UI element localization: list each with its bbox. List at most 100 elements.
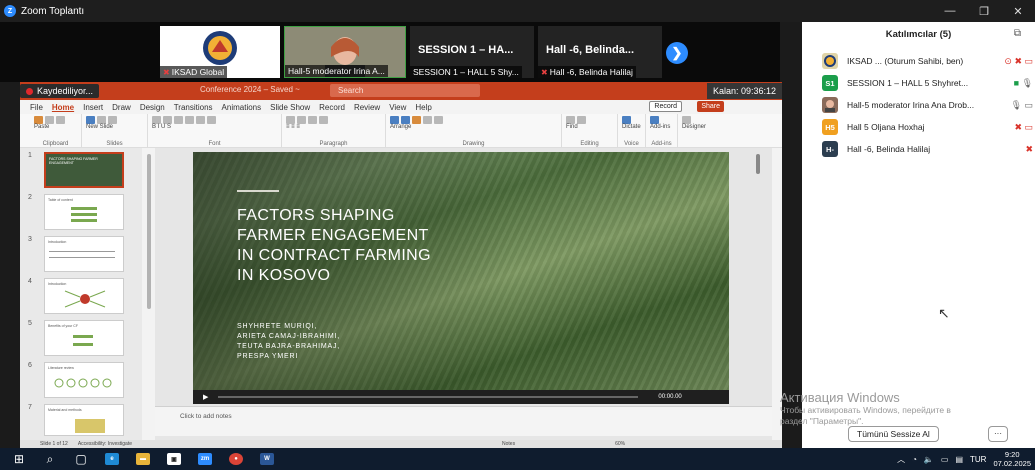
tab-transitions[interactable]: Transitions (174, 103, 213, 112)
tab-draw[interactable]: Draw (112, 103, 131, 112)
tab-slide-show[interactable]: Slide Show (270, 103, 310, 112)
tile-label: ✖ Hall -6, Belinda Halilaj (538, 66, 636, 78)
store-icon[interactable]: ▣ (163, 448, 185, 470)
ribbon-text: B I U S (152, 124, 172, 130)
network-icon[interactable]: ◔ (912, 455, 917, 464)
ribbon-group-drawing[interactable]: Arrange Drawing (386, 114, 562, 148)
notes-toggle[interactable]: Notes (502, 441, 515, 447)
title-line: IN CONTRACT FARMING (237, 247, 431, 264)
avatar (822, 53, 838, 69)
tab-animations[interactable]: Animations (222, 103, 262, 112)
current-slide[interactable]: FACTORS SHAPING FARMER ENGAGEMENT IN CON… (193, 152, 729, 390)
search-box[interactable]: Search (330, 84, 480, 97)
ribbon-group-font[interactable]: B I U S Font (148, 114, 282, 148)
participants-panel: Katılımcılar (5) ⧉ IKSAD ... (Oturum Sah… (802, 22, 1035, 448)
chat-icon[interactable]: ▤ (955, 455, 963, 464)
participant-row[interactable]: H5 Hall 5 Oljana Hoxhaj ✖ ▭ (802, 118, 1035, 136)
zoom-app-icon[interactable]: zm (194, 448, 216, 470)
slide-counter: Slide 1 of 12 (40, 441, 68, 447)
clock-date: 07.02.2025 (993, 459, 1031, 468)
ribbon-text: Designer (682, 124, 707, 130)
word-icon[interactable]: W (256, 448, 278, 470)
minimize-icon[interactable]: — (933, 5, 967, 17)
ribbon-group-paragraph[interactable]: ≡ ≡ ≡ Paragraph (282, 114, 386, 148)
video-tile-iksad[interactable]: ✖ IKSAD Global (160, 26, 280, 78)
tab-home[interactable]: Home (52, 103, 74, 112)
ribbon-group-editing[interactable]: Find Editing (562, 114, 618, 148)
tab-review[interactable]: Review (354, 103, 380, 112)
video-tile-session1[interactable]: SESSION 1 – HA... SESSION 1 – HALL 5 Shy… (410, 26, 534, 78)
windows-start-icon[interactable]: ⊞ (8, 448, 30, 470)
zoom-level[interactable]: 60% (615, 441, 625, 447)
slide-scrollbar[interactable] (756, 154, 760, 174)
notes-pane[interactable]: Click to add notes (155, 406, 772, 436)
thumb-title: Material and methods (48, 408, 82, 412)
tab-file[interactable]: File (30, 103, 43, 112)
avatar: H- (822, 141, 838, 157)
slide-number: 1 (28, 152, 32, 159)
ribbon-group-designer[interactable]: Designer (678, 114, 712, 148)
tab-help[interactable]: Help (415, 103, 431, 112)
window-controls: — ❐ ✕ (933, 0, 1035, 22)
tile-name: Hall-5 moderator Irina A... (288, 66, 385, 76)
slide-number: 6 (28, 362, 32, 369)
glyph: ⊞ (13, 452, 25, 466)
more-options-button[interactable]: ··· (988, 426, 1008, 442)
tab-insert[interactable]: Insert (83, 103, 103, 112)
edge-icon[interactable]: e (101, 448, 123, 470)
battery-icon[interactable]: ▭ (941, 455, 949, 464)
share-button[interactable]: Share (697, 101, 724, 112)
slide-editor: FACTORS SHAPING FARMER ENGAGEMENT IN CON… (155, 148, 772, 440)
play-icon[interactable]: ▶ (203, 393, 208, 401)
language-indicator[interactable]: TUR (970, 455, 986, 464)
participant-row[interactable]: Hall-5 moderator Irina Ana Drob... 🎙 ▭ (802, 96, 1035, 114)
mute-all-button[interactable]: Tümünü Sessize Al (848, 426, 939, 442)
camera-on-icon[interactable]: ■ 🎙 (1014, 78, 1033, 89)
restore-icon[interactable]: ❐ (967, 5, 1001, 18)
ribbon-group-name: Voice (624, 141, 639, 147)
activation-line: Чтобы активировать Windows, перейдите в (780, 405, 951, 415)
tile-name: IKSAD Global (171, 67, 225, 77)
record-button[interactable]: Record (649, 101, 682, 112)
chevron-right-icon: ❯ (671, 45, 683, 60)
accessibility-status[interactable]: Accessibility: Investigate (78, 441, 132, 447)
ribbon-group-name: Paragraph (319, 141, 348, 147)
media-progress-track[interactable] (218, 396, 639, 398)
participants-header: Katılımcılar (5) ⧉ (802, 22, 1035, 46)
video-tile-moderator[interactable]: Hall-5 moderator Irina A... (284, 26, 406, 78)
thumb-title: Table of content (48, 198, 73, 202)
mic-muted-icon[interactable]: ✖ (1025, 144, 1033, 155)
mic-icon[interactable]: 🎙 ▭ (1011, 100, 1033, 111)
ribbon-group-slides[interactable]: New Slide Slides (82, 114, 148, 148)
ribbon-text: Dictate (622, 124, 641, 130)
activation-title: Активация Windows (780, 390, 900, 405)
ribbon-group-voice[interactable]: Dictate Voice (618, 114, 646, 148)
next-page-button[interactable]: ❯ (666, 42, 688, 64)
participant-row[interactable]: H- Hall -6, Belinda Halilaj ✖ (802, 140, 1035, 158)
tab-view[interactable]: View (389, 103, 406, 112)
participant-row[interactable]: IKSAD ... (Oturum Sahibi, ben) ⊙ ✖ ▭ (802, 52, 1035, 70)
popout-icon[interactable]: ⧉ (1014, 28, 1021, 39)
participant-row[interactable]: S1 SESSION 1 – HALL 5 Shyhret... ■ 🎙 (802, 74, 1035, 92)
tab-design[interactable]: Design (140, 103, 165, 112)
tab-record[interactable]: Record (319, 103, 345, 112)
windows-taskbar: ⊞ ⌕ ▢ e ▬ ▣ zm ● W ︿ ◔ 🔈 ▭ ▤ TUR 9:20 07… (0, 448, 1035, 470)
task-view-icon[interactable]: ▢ (70, 448, 92, 470)
mic-muted-icon[interactable]: ⊙ ✖ ▭ (1004, 56, 1033, 67)
tile-label: Hall-5 moderator Irina A... (285, 65, 388, 77)
video-tile-hall6[interactable]: Hall -6, Belinda... ✖ Hall -6, Belinda Ha… (538, 26, 662, 78)
ribbon: Paste Clipboard New Slide Slides B I U S… (20, 114, 782, 148)
chrome-icon[interactable]: ● (225, 448, 247, 470)
mic-muted-icon[interactable]: ✖ ▭ (1014, 122, 1033, 133)
file-explorer-icon[interactable]: ▬ (132, 448, 154, 470)
close-icon[interactable]: ✕ (1001, 5, 1035, 18)
volume-icon[interactable]: 🔈 (924, 455, 934, 464)
thumbnail-scrollbar[interactable] (147, 154, 151, 309)
search-icon[interactable]: ⌕ (39, 448, 61, 470)
recording-indicator[interactable]: Kaydediliyor... (20, 84, 100, 98)
ribbon-group-clipboard[interactable]: Paste Clipboard (30, 114, 82, 148)
ribbon-group-add-ins[interactable]: Add-ins Add-ins (646, 114, 678, 148)
search-placeholder: Search (338, 86, 364, 95)
tray-chevron-icon[interactable]: ︿ (897, 454, 905, 465)
clock[interactable]: 9:20 07.02.2025 (993, 450, 1031, 468)
